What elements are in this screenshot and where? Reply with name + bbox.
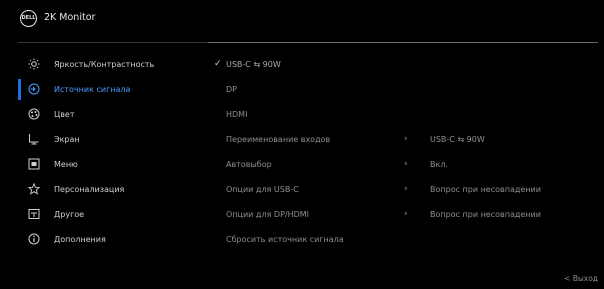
brightness-icon xyxy=(28,58,40,70)
chevron-right-icon: › xyxy=(404,209,408,219)
submenu-label: Переименование входов xyxy=(226,135,331,144)
value-row: Вопрос при несовпадении xyxy=(430,202,600,227)
submenu-item-dp[interactable]: DP xyxy=(214,77,414,102)
submenu-item-reset-input[interactable]: Сбросить источник сигнала xyxy=(214,227,414,252)
divider-left xyxy=(18,42,208,43)
submenu: ✓ USB-C ⇆ 90W DP HDMI Переименование вхо… xyxy=(214,52,414,252)
submenu-label: HDMI xyxy=(226,110,248,119)
chevron-right-icon: › xyxy=(404,159,408,169)
value-text: Вкл. xyxy=(430,160,448,169)
menu-label: Экран xyxy=(54,135,80,144)
submenu-label: Опции для USB-C xyxy=(226,185,299,194)
menu-label: Другое xyxy=(54,210,85,219)
input-source-icon xyxy=(28,83,40,95)
menu-icon xyxy=(28,158,40,170)
submenu-item-dp-hdmi-options[interactable]: Опции для DP/HDMI › xyxy=(214,202,414,227)
submenu-item-hdmi[interactable]: HDMI xyxy=(214,102,414,127)
submenu-item-auto-select[interactable]: Автовыбор › xyxy=(214,152,414,177)
value-row: Вопрос при несовпадении xyxy=(430,177,600,202)
menu-item-info[interactable]: Дополнения xyxy=(18,227,208,252)
display-icon xyxy=(28,133,40,145)
osd-header: DELL 2K Monitor xyxy=(0,0,604,40)
menu-item-brightness-contrast[interactable]: Яркость/Контрастность xyxy=(18,52,208,77)
submenu-item-rename-inputs[interactable]: Переименование входов › xyxy=(214,127,414,152)
value-row xyxy=(430,102,600,127)
menu-label: Меню xyxy=(54,160,78,169)
exit-button[interactable]: < Выход xyxy=(564,274,598,283)
value-text: Вопрос при несовпадении xyxy=(430,185,541,194)
menu-label: Источник сигнала xyxy=(54,85,131,94)
menu-label: Персонализация xyxy=(54,185,125,194)
others-icon xyxy=(28,208,40,220)
submenu-label: DP xyxy=(226,85,237,94)
submenu-label: USB-C ⇆ 90W xyxy=(226,60,281,69)
value-row xyxy=(430,77,600,102)
menu-label: Яркость/Контрастность xyxy=(54,60,155,69)
submenu-label: Опции для DP/HDMI xyxy=(226,210,310,219)
setting-values: USB-C ⇆ 90W Вкл. Вопрос при несовпадении… xyxy=(430,52,600,252)
submenu-label: Сбросить источник сигнала xyxy=(226,235,344,244)
menu-label: Дополнения xyxy=(54,235,106,244)
info-icon xyxy=(28,233,40,245)
menu-item-input-source[interactable]: Источник сигнала xyxy=(18,77,208,102)
menu-label: Цвет xyxy=(54,110,75,119)
color-icon xyxy=(28,108,40,120)
submenu-item-usb-c[interactable]: ✓ USB-C ⇆ 90W xyxy=(214,52,414,77)
menu-item-color[interactable]: Цвет xyxy=(18,102,208,127)
value-row xyxy=(430,227,600,252)
menu-item-display[interactable]: Экран xyxy=(18,127,208,152)
star-icon xyxy=(28,183,40,195)
menu-item-personalize[interactable]: Персонализация xyxy=(18,177,208,202)
main-menu: Яркость/Контрастность Источник сигнала Ц… xyxy=(18,52,208,252)
monitor-title: 2K Monitor xyxy=(44,12,96,23)
value-row: USB-C ⇆ 90W xyxy=(430,127,600,152)
chevron-right-icon: › xyxy=(404,184,408,194)
chevron-right-icon: › xyxy=(404,134,408,144)
dell-logo: DELL xyxy=(20,10,37,27)
menu-item-others[interactable]: Другое xyxy=(18,202,208,227)
value-row: Вкл. xyxy=(430,152,600,177)
value-row xyxy=(430,52,600,77)
checkmark-icon: ✓ xyxy=(214,59,222,69)
menu-item-menu[interactable]: Меню xyxy=(18,152,208,177)
submenu-item-usb-c-options[interactable]: Опции для USB-C › xyxy=(214,177,414,202)
submenu-label: Автовыбор xyxy=(226,160,272,169)
value-text: USB-C ⇆ 90W xyxy=(430,135,485,144)
divider-right xyxy=(208,42,598,43)
value-text: Вопрос при несовпадении xyxy=(430,210,541,219)
